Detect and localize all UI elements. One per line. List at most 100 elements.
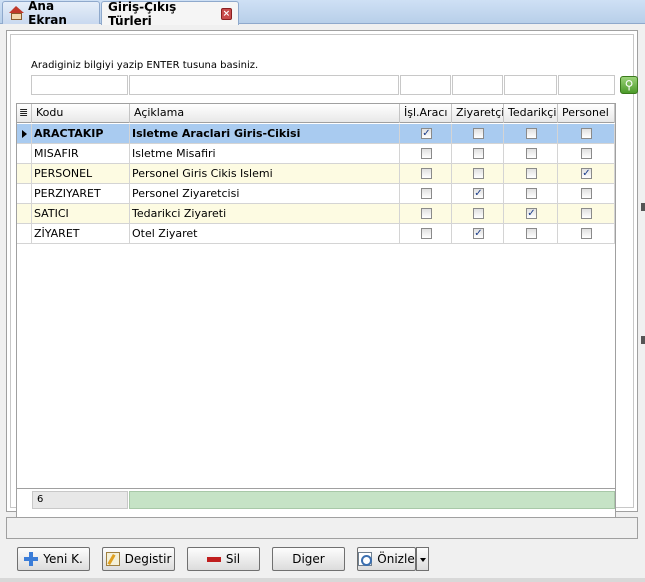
checkbox-personel[interactable] xyxy=(581,128,592,139)
cell-isl-araci xyxy=(400,184,452,203)
table-row[interactable]: PERSONEL Personel Giris Cikis Islemi ✓ xyxy=(17,164,615,184)
splitter-handle[interactable] xyxy=(641,203,645,211)
cell-tedarikci: ✓ xyxy=(504,204,558,223)
cell-isl-araci xyxy=(400,144,452,163)
checkbox-personel[interactable] xyxy=(581,148,592,159)
cell-aciklama[interactable]: Otel Ziyaret xyxy=(130,224,400,243)
checkbox-tedarikci[interactable] xyxy=(526,228,537,239)
other-button[interactable]: Diger xyxy=(272,547,345,571)
checkbox-isl-araci[interactable] xyxy=(421,228,432,239)
status-strip xyxy=(6,517,638,539)
cell-aciklama[interactable]: Isletme Misafiri xyxy=(130,144,400,163)
checkbox-ziyaretci[interactable]: ✓ xyxy=(473,228,484,239)
checkbox-isl-araci[interactable] xyxy=(421,148,432,159)
cell-personel xyxy=(558,144,615,163)
preview-icon xyxy=(358,552,373,566)
checkbox-personel[interactable] xyxy=(581,228,592,239)
checkbox-isl-araci[interactable] xyxy=(421,208,432,219)
cell-kodu[interactable]: PERSONEL xyxy=(32,164,130,183)
checkbox-personel[interactable] xyxy=(581,188,592,199)
edit-button-label: Degistir xyxy=(124,552,172,566)
splitter-handle[interactable] xyxy=(641,336,645,344)
cell-tedarikci xyxy=(504,224,558,243)
home-icon xyxy=(9,6,24,20)
plus-icon xyxy=(24,552,39,566)
column-tedarikci[interactable]: Tedarikçi xyxy=(504,104,558,123)
delete-button-label: Sil xyxy=(225,552,241,566)
filter-isl-araci-input[interactable] xyxy=(400,75,451,95)
checkbox-tedarikci[interactable] xyxy=(526,148,537,159)
checkbox-tedarikci[interactable] xyxy=(526,188,537,199)
table-row[interactable]: ZİYARET Otel Ziyaret ✓ xyxy=(17,224,615,244)
checkbox-tedarikci[interactable] xyxy=(526,168,537,179)
column-isl-araci[interactable]: İşl.Aracı xyxy=(400,104,452,123)
record-count: 6 xyxy=(32,491,128,509)
cell-ziyaretci xyxy=(452,204,504,223)
other-button-label: Diger xyxy=(292,552,325,566)
column-aciklama[interactable]: Açiklama xyxy=(130,104,400,123)
filter-tedarikci-input[interactable] xyxy=(504,75,557,95)
cell-kodu[interactable]: PERZIYARET xyxy=(32,184,130,203)
main-panel: Aradiginiz bilgiyi yazip ENTER tusuna ba… xyxy=(6,30,638,520)
current-row-arrow-icon xyxy=(22,130,27,138)
column-personel[interactable]: Personel xyxy=(558,104,615,123)
bottom-edge xyxy=(0,578,645,582)
checkbox-isl-araci[interactable] xyxy=(421,168,432,179)
cell-personel xyxy=(558,224,615,243)
new-button[interactable]: Yeni K. xyxy=(17,547,90,571)
preview-dropdown-button[interactable] xyxy=(416,547,429,571)
minus-icon xyxy=(206,556,221,562)
delete-button[interactable]: Sil xyxy=(187,547,260,571)
cell-aciklama[interactable]: Isletme Araclari Giris-Cikisi xyxy=(130,124,400,143)
checkbox-ziyaretci[interactable]: ✓ xyxy=(473,188,484,199)
column-kodu[interactable]: Kodu xyxy=(32,104,130,123)
checkbox-isl-araci[interactable] xyxy=(421,188,432,199)
cell-tedarikci xyxy=(504,184,558,203)
preview-button[interactable]: Önizle xyxy=(357,547,416,571)
table-row[interactable]: PERZIYARET Personel Ziyaretcisi ✓ xyxy=(17,184,615,204)
filter-kodu-input[interactable] xyxy=(31,75,128,95)
tab-label: Ana Ekran xyxy=(28,0,67,27)
cell-personel: ✓ xyxy=(558,164,615,183)
cell-isl-araci: ✓ xyxy=(400,124,452,143)
bottom-toolbar: Yeni K. Degistir Sil Diger Önizle xyxy=(0,543,645,575)
checkbox-ziyaretci[interactable] xyxy=(473,128,484,139)
filter-personel-input[interactable] xyxy=(558,75,615,95)
cell-aciklama[interactable]: Personel Ziyaretcisi xyxy=(130,184,400,203)
checkbox-ziyaretci[interactable] xyxy=(473,148,484,159)
cell-kodu[interactable]: MISAFIR xyxy=(32,144,130,163)
checkbox-ziyaretci[interactable] xyxy=(473,208,484,219)
checkbox-tedarikci[interactable] xyxy=(526,128,537,139)
column-ziyaretci[interactable]: Ziyaretçi xyxy=(452,104,504,123)
checkbox-personel[interactable] xyxy=(581,208,592,219)
grid-footer: 6 xyxy=(17,488,615,510)
table-row[interactable]: SATICI Tedarikci Ziyareti ✓ xyxy=(17,204,615,224)
cell-aciklama[interactable]: Personel Giris Cikis Islemi xyxy=(130,164,400,183)
edit-button[interactable]: Degistir xyxy=(102,547,175,571)
table-row[interactable]: ARACTAKIP Isletme Araclari Giris-Cikisi ✓ xyxy=(17,124,615,144)
filter-icon[interactable]: ⚲ xyxy=(620,76,638,94)
cell-kodu[interactable]: ARACTAKIP xyxy=(32,124,130,143)
cell-kodu[interactable]: ZİYARET xyxy=(32,224,130,243)
cell-aciklama[interactable]: Tedarikci Ziyareti xyxy=(130,204,400,223)
checkbox-ziyaretci[interactable] xyxy=(473,168,484,179)
cell-tedarikci xyxy=(504,124,558,143)
tab-ana-ekran[interactable]: Ana Ekran xyxy=(2,0,100,27)
cell-ziyaretci xyxy=(452,164,504,183)
checkbox-tedarikci[interactable]: ✓ xyxy=(526,208,537,219)
table-row[interactable]: MISAFIR Isletme Misafiri xyxy=(17,144,615,164)
panel-inner: Aradiginiz bilgiyi yazip ENTER tusuna ba… xyxy=(10,34,638,520)
cell-tedarikci xyxy=(504,144,558,163)
cell-kodu[interactable]: SATICI xyxy=(32,204,130,223)
filter-ziyaretci-input[interactable] xyxy=(452,75,503,95)
tab-giris-cikis-turleri[interactable]: Giriş-Çıkış Türleri × xyxy=(101,0,239,28)
column-chooser-icon[interactable]: ≣ xyxy=(17,104,32,123)
close-icon[interactable]: × xyxy=(220,7,232,20)
filter-aciklama-input[interactable] xyxy=(129,75,399,95)
cell-ziyaretci xyxy=(452,124,504,143)
cell-ziyaretci: ✓ xyxy=(452,184,504,203)
cell-ziyaretci xyxy=(452,144,504,163)
checkbox-isl-araci[interactable]: ✓ xyxy=(421,128,432,139)
checkbox-personel[interactable]: ✓ xyxy=(581,168,592,179)
row-indicator xyxy=(17,204,32,223)
